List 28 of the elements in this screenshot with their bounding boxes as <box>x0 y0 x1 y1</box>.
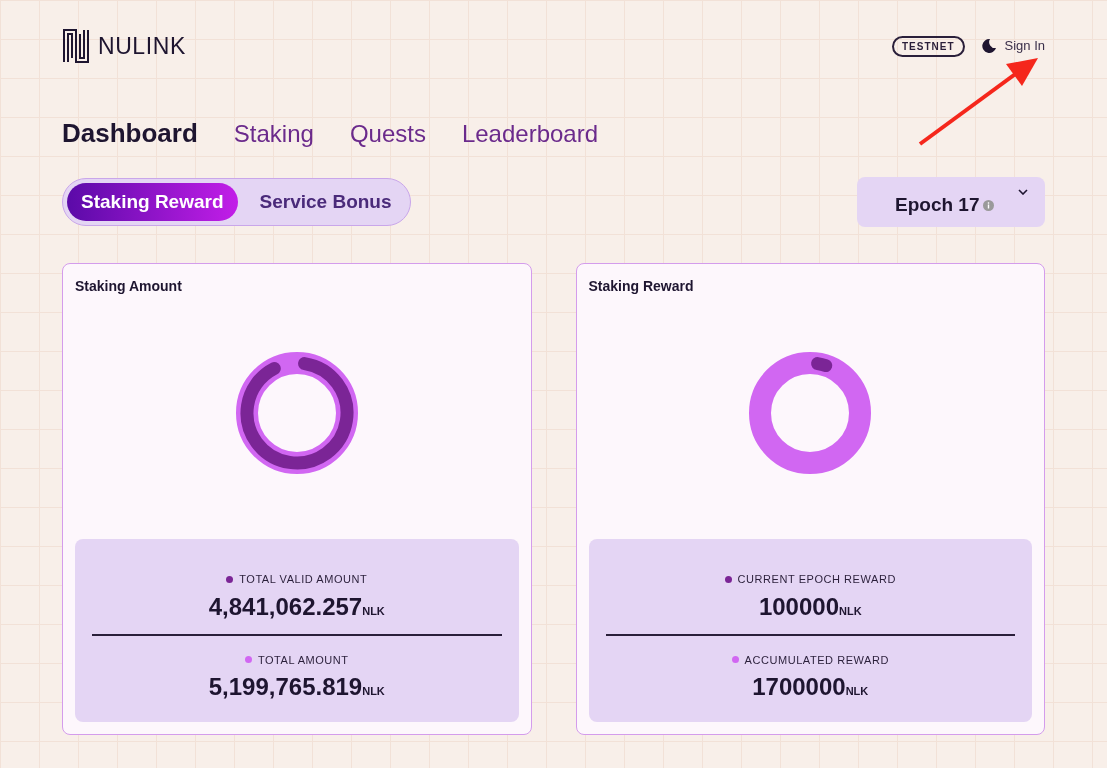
card-title: Staking Amount <box>75 277 183 296</box>
stat-value: 4,841,062.257 <box>208 591 363 622</box>
network-badge: TESTNET <box>891 35 965 57</box>
stat-value: 1700000 <box>752 672 846 702</box>
logo-text: NULINK <box>98 31 186 61</box>
epoch-dropdown[interactable]: Epoch 17 <box>857 177 1045 227</box>
segment-tab[interactable]: Staking Reward <box>67 183 238 221</box>
nav-tab[interactable]: Leaderboard <box>461 115 599 152</box>
nav-tab[interactable]: Dashboard <box>62 114 198 153</box>
stat-label: ACCUMULATED REWARD <box>744 652 889 668</box>
stat-unit: NLK <box>362 603 385 619</box>
stat-unit: NLK <box>839 604 862 619</box>
stat-unit: NLK <box>845 685 869 699</box>
nav-tab[interactable]: Quests <box>349 115 426 152</box>
info-icon <box>983 199 995 211</box>
stat-unit: NLK <box>362 685 385 697</box>
segment-tab[interactable]: Service Bonus <box>245 183 406 221</box>
card-title: Staking Reward <box>588 277 695 296</box>
stat-value: 100000 <box>758 591 839 622</box>
moon-icon[interactable] <box>980 38 997 54</box>
chevron-down-icon <box>1018 189 1029 195</box>
stat-label: CURRENT EPOCH REWARD <box>737 572 896 587</box>
logo-icon <box>62 29 90 63</box>
stat-value: 5,199,765.819 <box>208 672 363 702</box>
nav-tab[interactable]: Staking <box>233 115 314 152</box>
sign-in-link[interactable]: Sign In <box>1004 36 1045 56</box>
stat-label: TOTAL VALID AMOUNT <box>239 572 368 587</box>
stat-label: TOTAL AMOUNT <box>257 652 349 668</box>
